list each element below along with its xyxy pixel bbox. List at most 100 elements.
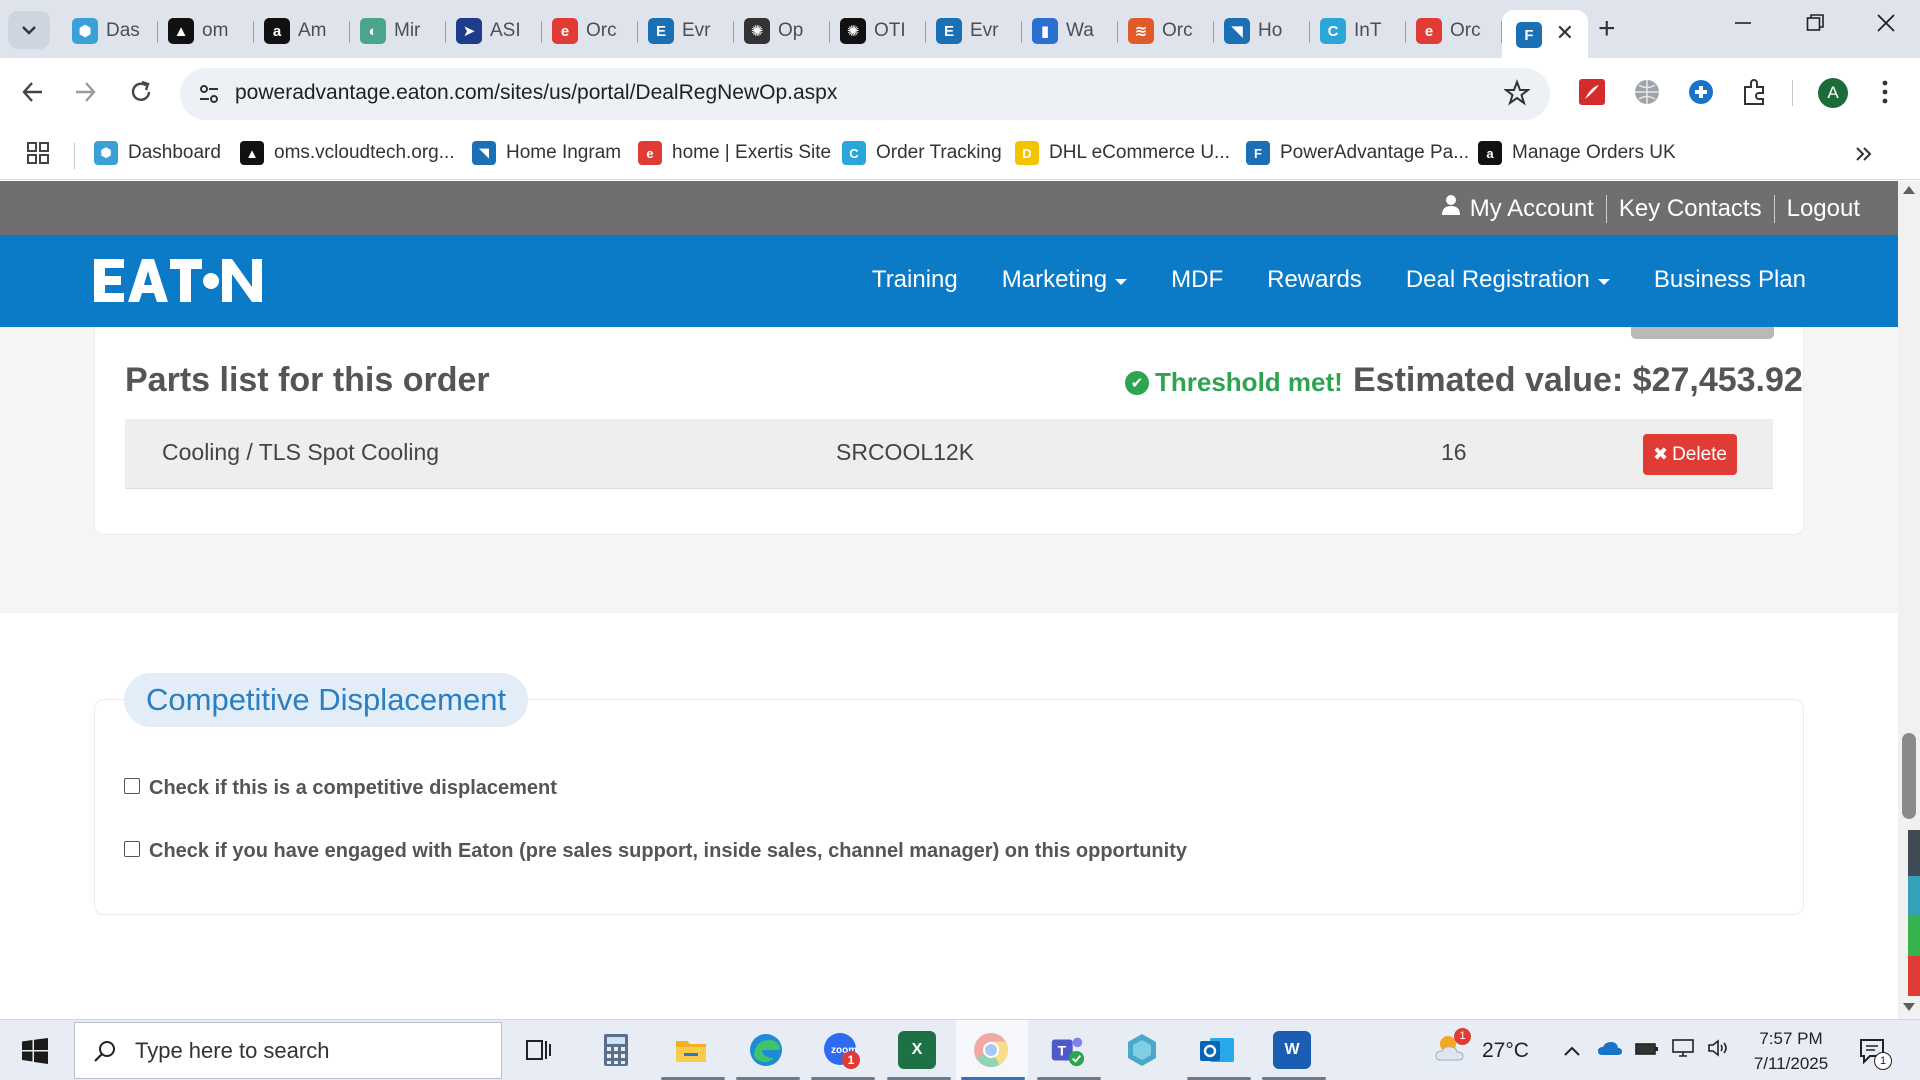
delete-button[interactable]: ✖ Delete — [1643, 434, 1737, 475]
battery-icon[interactable] — [1635, 1039, 1659, 1063]
start-button[interactable] — [22, 1038, 48, 1069]
bookmark-item[interactable]: ◥ Home Ingram — [472, 141, 621, 165]
site-info-icon[interactable] — [194, 79, 224, 109]
apps-grid-icon[interactable] — [26, 141, 50, 170]
browser-toolbar: poweradvantage.eaton.com/sites/us/portal… — [0, 58, 1920, 130]
browser-tab[interactable]: ◐ Mir — [350, 10, 446, 52]
tab-search-button[interactable] — [8, 11, 50, 49]
windows-logo-icon — [22, 1038, 48, 1064]
tab-title: Das — [106, 20, 140, 41]
competitive-displacement-label[interactable]: Check if this is a competitive displacem… — [149, 777, 557, 800]
chevron-up-icon[interactable] — [1563, 1039, 1581, 1063]
nav-rewards[interactable]: Rewards — [1267, 266, 1362, 294]
engaged-eaton-checkbox[interactable] — [124, 840, 140, 857]
bookmark-item[interactable]: ▲ oms.vcloudtech.org... — [240, 141, 455, 165]
url-text[interactable]: poweradvantage.eaton.com/sites/us/portal… — [235, 81, 837, 105]
restore-button[interactable] — [1806, 8, 1824, 45]
scroll-up-arrow-icon[interactable] — [1903, 186, 1915, 194]
back-button[interactable] — [20, 72, 46, 119]
nav-training[interactable]: Training — [872, 266, 958, 294]
bookmark-item[interactable]: e home | Exertis Site — [638, 141, 831, 165]
my-account-link[interactable]: My Account — [1470, 195, 1594, 223]
bookmark-item[interactable]: C Order Tracking — [842, 141, 1002, 165]
weather-widget[interactable]: 1 27°C — [1432, 1020, 1529, 1080]
taskbar-search-placeholder[interactable]: Type here to search — [135, 1038, 329, 1064]
onedrive-icon[interactable] — [1597, 1039, 1623, 1063]
engaged-eaton-row[interactable]: Check if you have engaged with Eaton (pr… — [124, 840, 1187, 863]
address-bar[interactable]: poweradvantage.eaton.com/sites/us/portal… — [180, 68, 1550, 120]
task-view-icon[interactable] — [520, 1031, 558, 1069]
edge-icon[interactable] — [747, 1031, 785, 1069]
word-icon[interactable]: W — [1273, 1031, 1311, 1069]
nav-marketing[interactable]: Marketing — [1002, 266, 1128, 294]
browser-tab-active[interactable]: F ✕ — [1502, 10, 1588, 60]
tab-close-icon[interactable]: ✕ — [1556, 20, 1574, 46]
extensions-icon[interactable] — [1740, 77, 1770, 107]
partially-hidden-button[interactable] — [1631, 327, 1774, 339]
system-clock[interactable]: 7:57 PM 7/11/2025 — [1736, 1026, 1846, 1076]
forward-button[interactable] — [72, 72, 98, 119]
bookmark-item[interactable]: ⬢ Dashboard — [94, 141, 221, 165]
bookmark-item[interactable]: a Manage Orders UK — [1478, 141, 1676, 165]
engaged-eaton-label[interactable]: Check if you have engaged with Eaton (pr… — [149, 840, 1187, 863]
browser-menu-button[interactable] — [1880, 72, 1890, 119]
browser-tab[interactable]: ▲ om — [158, 10, 254, 52]
minimize-button[interactable] — [1734, 8, 1752, 45]
file-explorer-icon[interactable] — [672, 1031, 710, 1069]
tab-title: Evr — [970, 20, 999, 41]
more-bookmarks-button[interactable] — [1854, 136, 1872, 179]
excel-icon[interactable]: X — [898, 1031, 936, 1069]
competitive-displacement-checkbox[interactable] — [124, 777, 140, 794]
pdf-extension-icon[interactable] — [1577, 77, 1607, 107]
tab-title: Am — [298, 20, 327, 41]
globe-extension-icon[interactable] — [1632, 77, 1662, 107]
key-contacts-link[interactable]: Key Contacts — [1619, 195, 1762, 223]
zoom-icon[interactable]: zoom 1 — [822, 1031, 860, 1069]
browser-tab[interactable]: ▮ Wa — [1022, 10, 1118, 52]
vcloud-icon: ▲ — [240, 141, 264, 165]
competitive-displacement-row[interactable]: Check if this is a competitive displacem… — [124, 777, 557, 800]
profile-avatar[interactable]: A — [1818, 78, 1848, 108]
outlook-icon[interactable] — [1198, 1031, 1236, 1069]
eaton-logo[interactable] — [94, 255, 264, 312]
browser-tab[interactable]: E Evr — [926, 10, 1022, 52]
browser-tab[interactable]: e Orc — [542, 10, 638, 52]
bookmark-item[interactable]: D DHL eCommerce U... — [1015, 141, 1230, 165]
bookmarks-bar: ⬢ Dashboard ▲ oms.vcloudtech.org... ◥ Home In… — [0, 128, 1920, 180]
close-window-button[interactable] — [1876, 8, 1896, 45]
bookmark-star-icon[interactable] — [1503, 78, 1531, 115]
browser-tab[interactable]: e Orc — [1406, 10, 1502, 52]
browser-tab[interactable]: ◥ Ho — [1214, 10, 1310, 52]
chevron-double-right-icon — [1856, 147, 1872, 161]
volume-icon[interactable] — [1707, 1038, 1731, 1064]
scrollbar-thumb[interactable] — [1902, 733, 1916, 819]
openai-dark-icon: ✺ — [840, 18, 866, 44]
puzzle-blue-extension-icon[interactable] — [1686, 77, 1716, 107]
logout-link[interactable]: Logout — [1787, 195, 1860, 223]
bookmark-item[interactable]: F PowerAdvantage Pa... — [1246, 141, 1469, 165]
network-icon[interactable] — [1671, 1038, 1695, 1064]
table-row: Cooling / TLS Spot Cooling SRCOOL12K 16 … — [125, 419, 1773, 489]
notification-center-button[interactable]: 1 — [1858, 1036, 1892, 1071]
hexagon-app-icon[interactable] — [1123, 1031, 1161, 1069]
browser-tab[interactable]: ➤ ASI — [446, 10, 542, 52]
nav-deal-registration[interactable]: Deal Registration — [1406, 266, 1610, 294]
vcloud-icon: ▲ — [168, 18, 194, 44]
reload-button[interactable] — [128, 72, 154, 119]
browser-tab[interactable]: ≋ Orc — [1118, 10, 1214, 52]
browser-tab[interactable]: ✺ Op — [734, 10, 830, 52]
exertis-icon: e — [552, 18, 578, 44]
utility-bar: My Account Key Contacts Logout — [0, 181, 1898, 235]
calculator-icon[interactable] — [597, 1031, 635, 1069]
weather-badge: 1 — [1454, 1027, 1471, 1045]
nav-business-plan[interactable]: Business Plan — [1654, 266, 1806, 294]
browser-tab[interactable]: C InT — [1310, 10, 1406, 52]
browser-tab[interactable]: E Evr — [638, 10, 734, 52]
taskbar-search[interactable]: Type here to search — [74, 1022, 502, 1079]
browser-tab[interactable]: a Am — [254, 10, 350, 52]
browser-tab[interactable]: ✺ OTI — [830, 10, 926, 52]
teams-icon[interactable]: T — [1048, 1031, 1086, 1069]
browser-tab[interactable]: ⬢ Das — [62, 10, 158, 52]
nav-mdf[interactable]: MDF — [1171, 266, 1223, 294]
new-tab-button[interactable]: + — [1598, 12, 1616, 46]
